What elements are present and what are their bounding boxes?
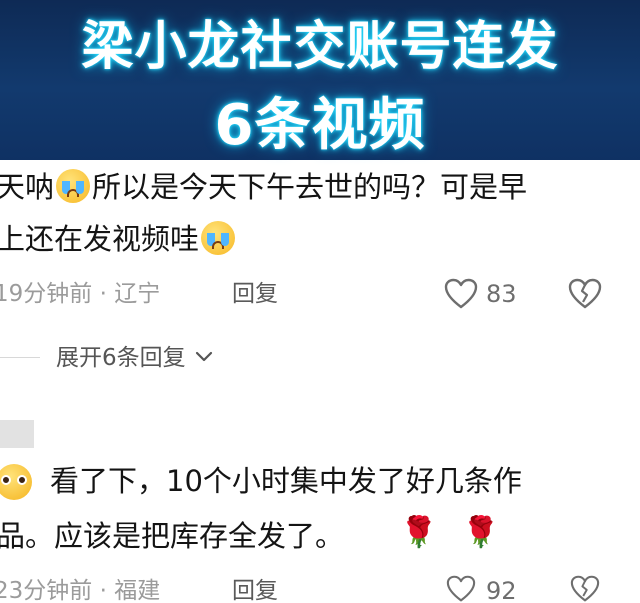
chevron-down-icon	[195, 351, 213, 362]
comment1-text-line2: 上还在发视频哇	[0, 220, 237, 258]
expand-replies-label: 展开6条回复	[56, 345, 186, 371]
comment2-text-line2: 品。应该是把库存全发了。	[0, 519, 345, 553]
broken-heart-icon[interactable]	[568, 575, 602, 603]
title-banner: 梁小龙社交账号连发 6条视频	[0, 0, 640, 160]
comment2-like-count: 92	[486, 577, 517, 603]
crying-face-emoji-icon	[56, 169, 91, 203]
divider	[0, 357, 40, 358]
rose-emoji-icon: 🌹	[462, 515, 500, 550]
comment1-reply-button[interactable]: 回复	[232, 279, 278, 309]
comment1-text-part-b: 所以是今天下午去世的吗？可是早	[92, 170, 528, 204]
comment2-text-line1: 看了下，10个小时集中发了好几条作	[50, 464, 522, 498]
crying-face-emoji-icon	[201, 221, 236, 255]
comment2-time-location: 23分钟前 · 福建	[0, 578, 161, 603]
pleading-face-emoji-icon	[0, 464, 32, 500]
comment1-time-location: 19分钟前 · 辽宁	[0, 281, 161, 307]
banner-title-line2: 6条视频	[214, 93, 426, 158]
comment1-text-line1: 天呐 所以是今天下午去世的吗？可是早	[0, 168, 527, 206]
comment1-text-part-a: 天呐	[0, 170, 55, 204]
heart-outline-icon[interactable]	[444, 278, 478, 310]
comment1-like-count: 83	[486, 280, 517, 308]
comment2-reply-button[interactable]: 回复	[232, 576, 278, 603]
rose-emoji-icon: 🌹	[400, 515, 438, 550]
avatar[interactable]	[0, 420, 34, 448]
banner-title-line1: 梁小龙社交账号连发	[81, 17, 559, 77]
broken-heart-icon[interactable]	[568, 278, 602, 310]
heart-outline-icon[interactable]	[444, 575, 478, 603]
comment1-text-part-c: 上还在发视频哇	[0, 222, 200, 256]
expand-replies-button[interactable]: 展开6条回复	[56, 343, 213, 373]
